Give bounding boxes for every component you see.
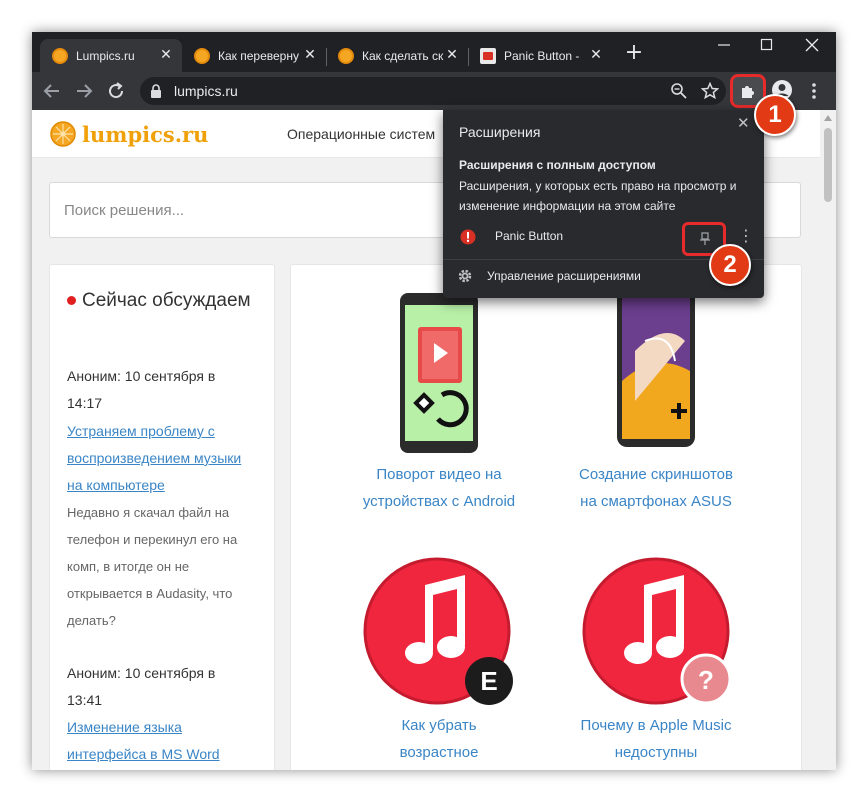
forward-icon[interactable] xyxy=(72,79,96,103)
comment-meta: Аноним: 10 сентября в xyxy=(67,368,216,384)
tab-title: Panic Button - xyxy=(504,48,580,63)
panic-button-icon xyxy=(460,229,476,245)
annotation-badge-1: 1 xyxy=(754,94,796,136)
extension-more-icon[interactable]: ⋮ xyxy=(738,226,754,246)
comment-article-link[interactable]: Устраняем проблему с xyxy=(67,418,267,445)
article-title[interactable]: Почему в Apple Music xyxy=(546,712,766,739)
browser-window: Lumpics.ru ✕ Как переверну ✕ Как сделать… xyxy=(32,32,836,770)
panic-button-icon xyxy=(480,47,496,64)
comment-meta: 13:41 xyxy=(67,692,103,708)
article-title[interactable]: недоступны xyxy=(546,739,766,766)
tab-close-icon[interactable]: ✕ xyxy=(588,47,604,63)
comment-article-link[interactable]: на компьютере xyxy=(67,472,267,499)
tab-close-icon[interactable]: ✕ xyxy=(158,47,174,63)
sidebar-heading: Сейчас обсуждаем xyxy=(67,287,267,314)
search-placeholder: Поиск решения... xyxy=(64,202,185,219)
page-scrollbar[interactable] xyxy=(820,110,836,770)
comment-article-link[interactable]: воспроизведением музыки xyxy=(67,445,267,472)
comment-text: комп, в итогде он не xyxy=(67,559,190,574)
live-dot-icon xyxy=(67,296,76,306)
svg-text:?: ? xyxy=(698,665,714,695)
plus-icon[interactable]: + xyxy=(622,42,646,66)
article-title[interactable]: устройствах с Android xyxy=(329,488,549,515)
close-icon[interactable] xyxy=(792,32,832,60)
bookmark-star-icon[interactable] xyxy=(701,82,719,100)
orange-logo-icon xyxy=(338,47,354,64)
article-title[interactable]: Поворот видео на xyxy=(329,461,549,488)
asus-screenshot-illustration xyxy=(617,283,695,447)
url-text[interactable]: lumpics.ru xyxy=(174,83,238,99)
tab-close-icon[interactable]: ✕ xyxy=(302,47,318,63)
tab-title: Как сделать ск xyxy=(362,48,444,63)
comment-text: открывается в Audasity, что xyxy=(67,586,233,601)
address-bar[interactable]: lumpics.ru xyxy=(140,77,726,105)
back-icon[interactable] xyxy=(40,79,64,103)
orange-logo-icon xyxy=(50,121,76,147)
itunes-explicit-illustration: E xyxy=(363,557,513,705)
scroll-up-icon[interactable] xyxy=(823,114,833,122)
article-title[interactable]: Как убрать xyxy=(329,712,549,739)
orange-logo-icon xyxy=(194,47,210,64)
manage-extensions-link[interactable]: Управление расширениями xyxy=(487,269,641,283)
zoom-icon[interactable] xyxy=(670,82,688,100)
comment-text: телефон и перекинул его на xyxy=(67,532,238,547)
full-access-section-desc: Расширения, у которых есть право на прос… xyxy=(459,179,737,213)
comment-text: Недавно я скачал файл на xyxy=(67,505,230,520)
android-video-rotate-illustration xyxy=(400,293,478,453)
maximize-icon[interactable] xyxy=(746,32,786,60)
articles-grid: Поворот видео на устройствах с Android С… xyxy=(290,264,802,770)
browser-toolbar: lumpics.ru xyxy=(32,72,836,110)
nav-item-os[interactable]: Операционные систем xyxy=(287,126,435,142)
article-title[interactable]: возрастное xyxy=(329,739,549,766)
comment-article-link[interactable]: Изменение языка xyxy=(67,714,267,741)
tab-strip: Lumpics.ru ✕ Как переверну ✕ Как сделать… xyxy=(32,32,836,72)
menu-kebab-icon[interactable] xyxy=(802,79,826,103)
lock-icon xyxy=(151,84,161,98)
tab-lumpics[interactable]: Lumpics.ru ✕ xyxy=(40,39,182,72)
comment-meta: 14:17 xyxy=(67,395,103,411)
gear-icon xyxy=(458,269,472,283)
discussions-sidebar: Сейчас обсуждаем Аноним: 10 сентября в 1… xyxy=(49,264,275,770)
site-logo[interactable]: lumpics.ru xyxy=(50,121,208,147)
comment-text: делать? xyxy=(67,613,116,628)
apple-music-question-illustration: ? xyxy=(582,557,732,705)
tab-title: Как переверну xyxy=(218,48,299,63)
tab-sdelat[interactable]: Как сделать ск ✕ xyxy=(326,39,468,72)
extension-row-panic-button[interactable]: Panic Button ⋮ xyxy=(443,222,764,256)
tab-pereverni[interactable]: Как переверну ✕ xyxy=(182,39,326,72)
article-title[interactable]: на смартфонах ASUS xyxy=(546,488,766,515)
minimize-icon[interactable] xyxy=(704,32,744,60)
comment-meta: Аноним: 10 сентября в xyxy=(67,665,216,681)
popup-title: Расширения xyxy=(459,124,541,140)
tab-close-icon[interactable]: ✕ xyxy=(444,47,460,63)
puzzle-icon xyxy=(742,86,754,98)
orange-logo-icon xyxy=(52,47,68,64)
reload-icon[interactable] xyxy=(104,79,128,103)
article-title[interactable]: Создание скриншотов xyxy=(546,461,766,488)
annotation-badge-2: 2 xyxy=(709,244,751,286)
full-access-section-title: Расширения с полным доступом xyxy=(459,158,656,172)
logo-text: lumpics.ru xyxy=(82,121,209,147)
tab-panic-button[interactable]: Panic Button - ✕ xyxy=(468,39,612,72)
tab-title: Lumpics.ru xyxy=(76,48,135,63)
popup-close-icon[interactable]: ✕ xyxy=(737,114,750,132)
pin-icon xyxy=(700,232,710,245)
extension-name: Panic Button xyxy=(495,229,564,243)
comment-article-link[interactable]: интерфейса в MS Word xyxy=(67,741,267,768)
svg-text:E: E xyxy=(480,666,497,696)
scroll-thumb[interactable] xyxy=(824,128,832,202)
